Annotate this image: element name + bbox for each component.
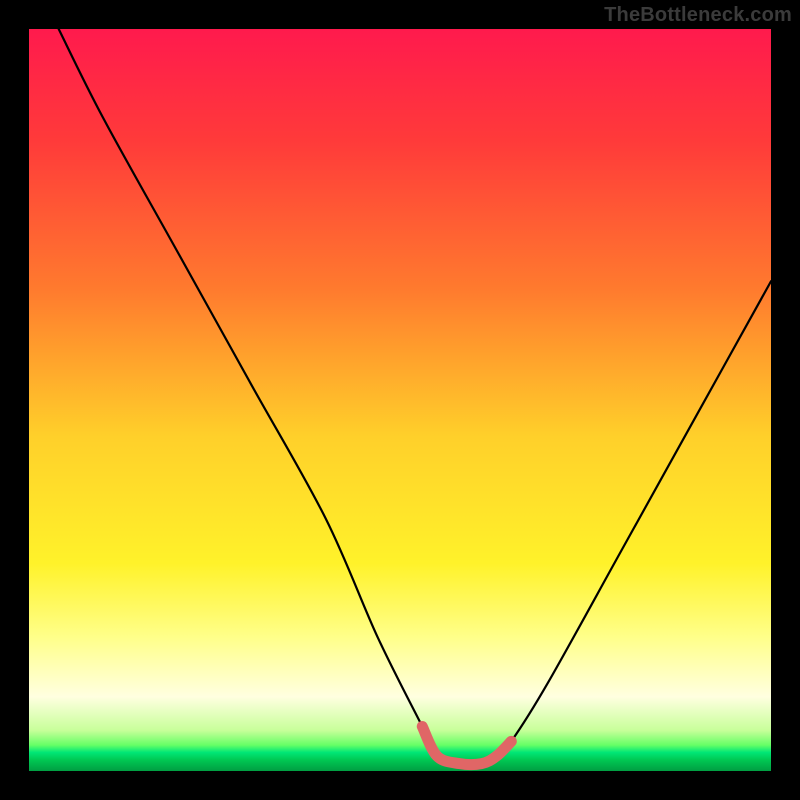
watermark-text: TheBottleneck.com	[604, 4, 792, 27]
plot-area	[29, 29, 771, 771]
gradient-background	[29, 29, 771, 771]
chart-frame: TheBottleneck.com	[0, 0, 800, 800]
bottleneck-chart	[29, 29, 771, 771]
